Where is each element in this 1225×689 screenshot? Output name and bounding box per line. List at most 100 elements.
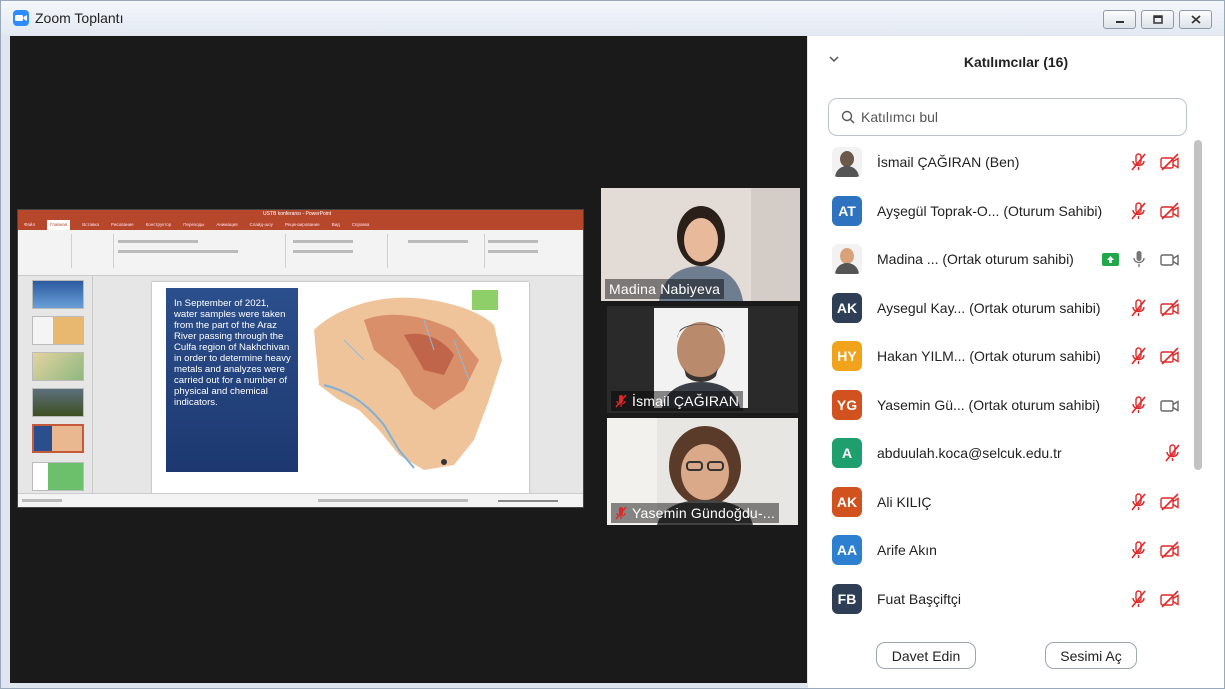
- scrollbar-thumb[interactable]: [1194, 140, 1202, 470]
- ppt-tab: Справка: [351, 222, 370, 227]
- participant-row[interactable]: AK Aysegul Kay... (Ortak oturum sahibi): [808, 284, 1191, 333]
- video-off-icon: [1160, 590, 1179, 608]
- minimize-icon: [1115, 20, 1124, 23]
- avatar: YG: [832, 389, 862, 420]
- participant-name: abduulah.koca@selcuk.edu.tr: [877, 445, 1062, 462]
- avatar: AT: [832, 195, 862, 226]
- avatar: AA: [832, 535, 862, 566]
- slide-thumbnail[interactable]: [32, 462, 84, 491]
- participant-status-icons: [1102, 249, 1181, 269]
- video-off-icon: [1160, 541, 1179, 559]
- slide-thumbnail-selected[interactable]: [32, 424, 84, 453]
- close-button[interactable]: [1179, 10, 1212, 29]
- participant-row[interactable]: Aabduulah.koca@selcuk.edu.tr: [808, 429, 1191, 478]
- minimize-button[interactable]: [1103, 10, 1136, 29]
- participant-name: Fuat Başçiftçi: [877, 590, 962, 607]
- video-off-icon: [1160, 202, 1179, 220]
- participant-row[interactable]: İsmail ÇAĞIRAN (Ben): [808, 138, 1191, 187]
- video-icon: [1160, 254, 1179, 266]
- slide-thumbnail[interactable]: [32, 388, 84, 417]
- maximize-button[interactable]: [1141, 10, 1174, 29]
- avatar: HY: [832, 341, 862, 372]
- participant-row[interactable]: Madina ... (Ortak oturum sahibi): [808, 235, 1191, 284]
- ppt-tab: Вставка: [82, 222, 99, 227]
- meeting-video-area: USTB konferansı - PowerPoint Файл Главна…: [10, 36, 807, 683]
- participant-status-icons: [1129, 201, 1181, 221]
- participant-row[interactable]: YG Yasemin Gü... (Ortak oturum sahibi): [808, 381, 1191, 430]
- mic-muted-icon: [615, 394, 627, 408]
- ppt-status-bar: [18, 493, 583, 507]
- ppt-title: USTB konferansı - PowerPoint: [263, 211, 332, 217]
- ppt-tab: Рецензирование: [284, 222, 320, 227]
- video-icon: [1160, 400, 1179, 412]
- unmute-button[interactable]: Sesimi Aç: [1045, 642, 1137, 669]
- ppt-editor: In September of 2021, water samples were…: [18, 276, 583, 494]
- ppt-ribbon-tabs: Файл Главная Вставка Рисование Конструкт…: [18, 220, 583, 230]
- ppt-tab: Переходы: [183, 222, 205, 227]
- mic-muted-icon: [615, 506, 627, 520]
- participant-name: Ayşegül Toprak-O... (Oturum Sahibi): [877, 202, 1103, 219]
- avatar: [832, 244, 862, 275]
- participant-row[interactable]: FB Fuat Başçiftçi: [808, 575, 1191, 623]
- participant-status-icons: [1129, 492, 1181, 512]
- participant-row[interactable]: AK Ali KILIÇ: [808, 478, 1191, 527]
- mic-muted-icon: [1131, 153, 1146, 171]
- close-icon: [1190, 15, 1201, 24]
- mic-icon: [1133, 251, 1145, 268]
- participant-name: Aysegul Kay... (Ortak oturum sahibi): [877, 299, 1101, 316]
- window-title: Zoom Toplantı: [35, 10, 124, 26]
- video-tile-active-speaker[interactable]: Madina Nabiyeva: [601, 188, 800, 301]
- mic-muted-icon: [1131, 493, 1146, 511]
- participant-row[interactable]: AA Arife Akın: [808, 526, 1191, 575]
- ppt-tab: Вид: [331, 222, 340, 227]
- slide-text: In September of 2021, water samples were…: [166, 288, 298, 472]
- participant-list: İsmail ÇAĞIRAN (Ben) AT Ayşegül Toprak-O..…: [808, 138, 1191, 622]
- mic-muted-icon: [1131, 590, 1146, 608]
- participant-search-input[interactable]: [861, 109, 1161, 125]
- participant-list-scrollbar[interactable]: [1194, 138, 1202, 622]
- video-off-icon: [1160, 347, 1179, 365]
- tile-name-label: Madina Nabiyeva: [605, 279, 725, 299]
- tile-name-label: İsmail ÇAĞIRAN: [611, 391, 744, 411]
- chevron-down-icon[interactable]: [828, 54, 840, 64]
- mic-muted-icon: [1131, 541, 1146, 559]
- participant-status-icons: [1129, 298, 1181, 318]
- current-slide: In September of 2021, water samples were…: [152, 282, 529, 494]
- slide-thumbnail[interactable]: [32, 352, 84, 381]
- shared-screen[interactable]: USTB konferansı - PowerPoint Файл Главна…: [17, 209, 584, 508]
- video-tile[interactable]: İsmail ÇAĞIRAN: [607, 306, 798, 413]
- avatar: A: [832, 438, 862, 469]
- mic-muted-icon: [1131, 396, 1146, 414]
- participant-name: Hakan YILM... (Ortak oturum sahibi): [877, 348, 1101, 365]
- panel-header: Katılımcılar (16): [808, 36, 1224, 88]
- ppt-tab: Рисование: [110, 222, 134, 227]
- zoom-app-icon: [13, 10, 29, 26]
- title-bar: Zoom Toplantı: [1, 1, 1224, 35]
- invite-button[interactable]: Davet Edin: [876, 642, 976, 669]
- participant-row[interactable]: HY Hakan YILM... (Ortak oturum sahibi): [808, 332, 1191, 381]
- participant-name: Ali KILIÇ: [877, 493, 932, 510]
- participant-name: Yasemin Gü... (Ortak oturum sahibi): [877, 396, 1101, 413]
- zoom-window: Zoom Toplantı USTB konferansı - PowerPoi…: [0, 0, 1225, 689]
- slide-map-image: [304, 290, 504, 476]
- participant-status-icons: [1129, 395, 1181, 415]
- participant-search-box[interactable]: [828, 98, 1187, 136]
- ppt-tab: Слайд-шоу: [249, 222, 273, 227]
- mic-muted-icon: [1131, 299, 1146, 317]
- participants-panel: Katılımcılar (16) İsmail ÇAĞIRAN (Ben) AT…: [808, 36, 1224, 688]
- participant-name: Madina Nabiyeva: [609, 281, 721, 297]
- video-off-icon: [1160, 153, 1179, 171]
- participant-status-icons: [1129, 589, 1181, 609]
- avatar: [832, 147, 862, 178]
- participant-name: Arife Akın: [877, 542, 937, 559]
- participant-status-icons: [1129, 152, 1181, 172]
- ppt-title-bar: USTB konferansı - PowerPoint: [18, 210, 583, 220]
- video-tile[interactable]: Yasemin Gündoğdu-...: [607, 418, 798, 525]
- participant-row[interactable]: AT Ayşegül Toprak-O... (Oturum Sahibi): [808, 187, 1191, 236]
- participant-name: İsmail ÇAĞIRAN: [632, 393, 740, 409]
- mic-muted-icon: [1165, 444, 1180, 462]
- video-off-icon: [1160, 299, 1179, 317]
- mic-muted-icon: [1131, 347, 1146, 365]
- slide-thumbnail[interactable]: [32, 280, 84, 309]
- slide-thumbnail[interactable]: [32, 316, 84, 345]
